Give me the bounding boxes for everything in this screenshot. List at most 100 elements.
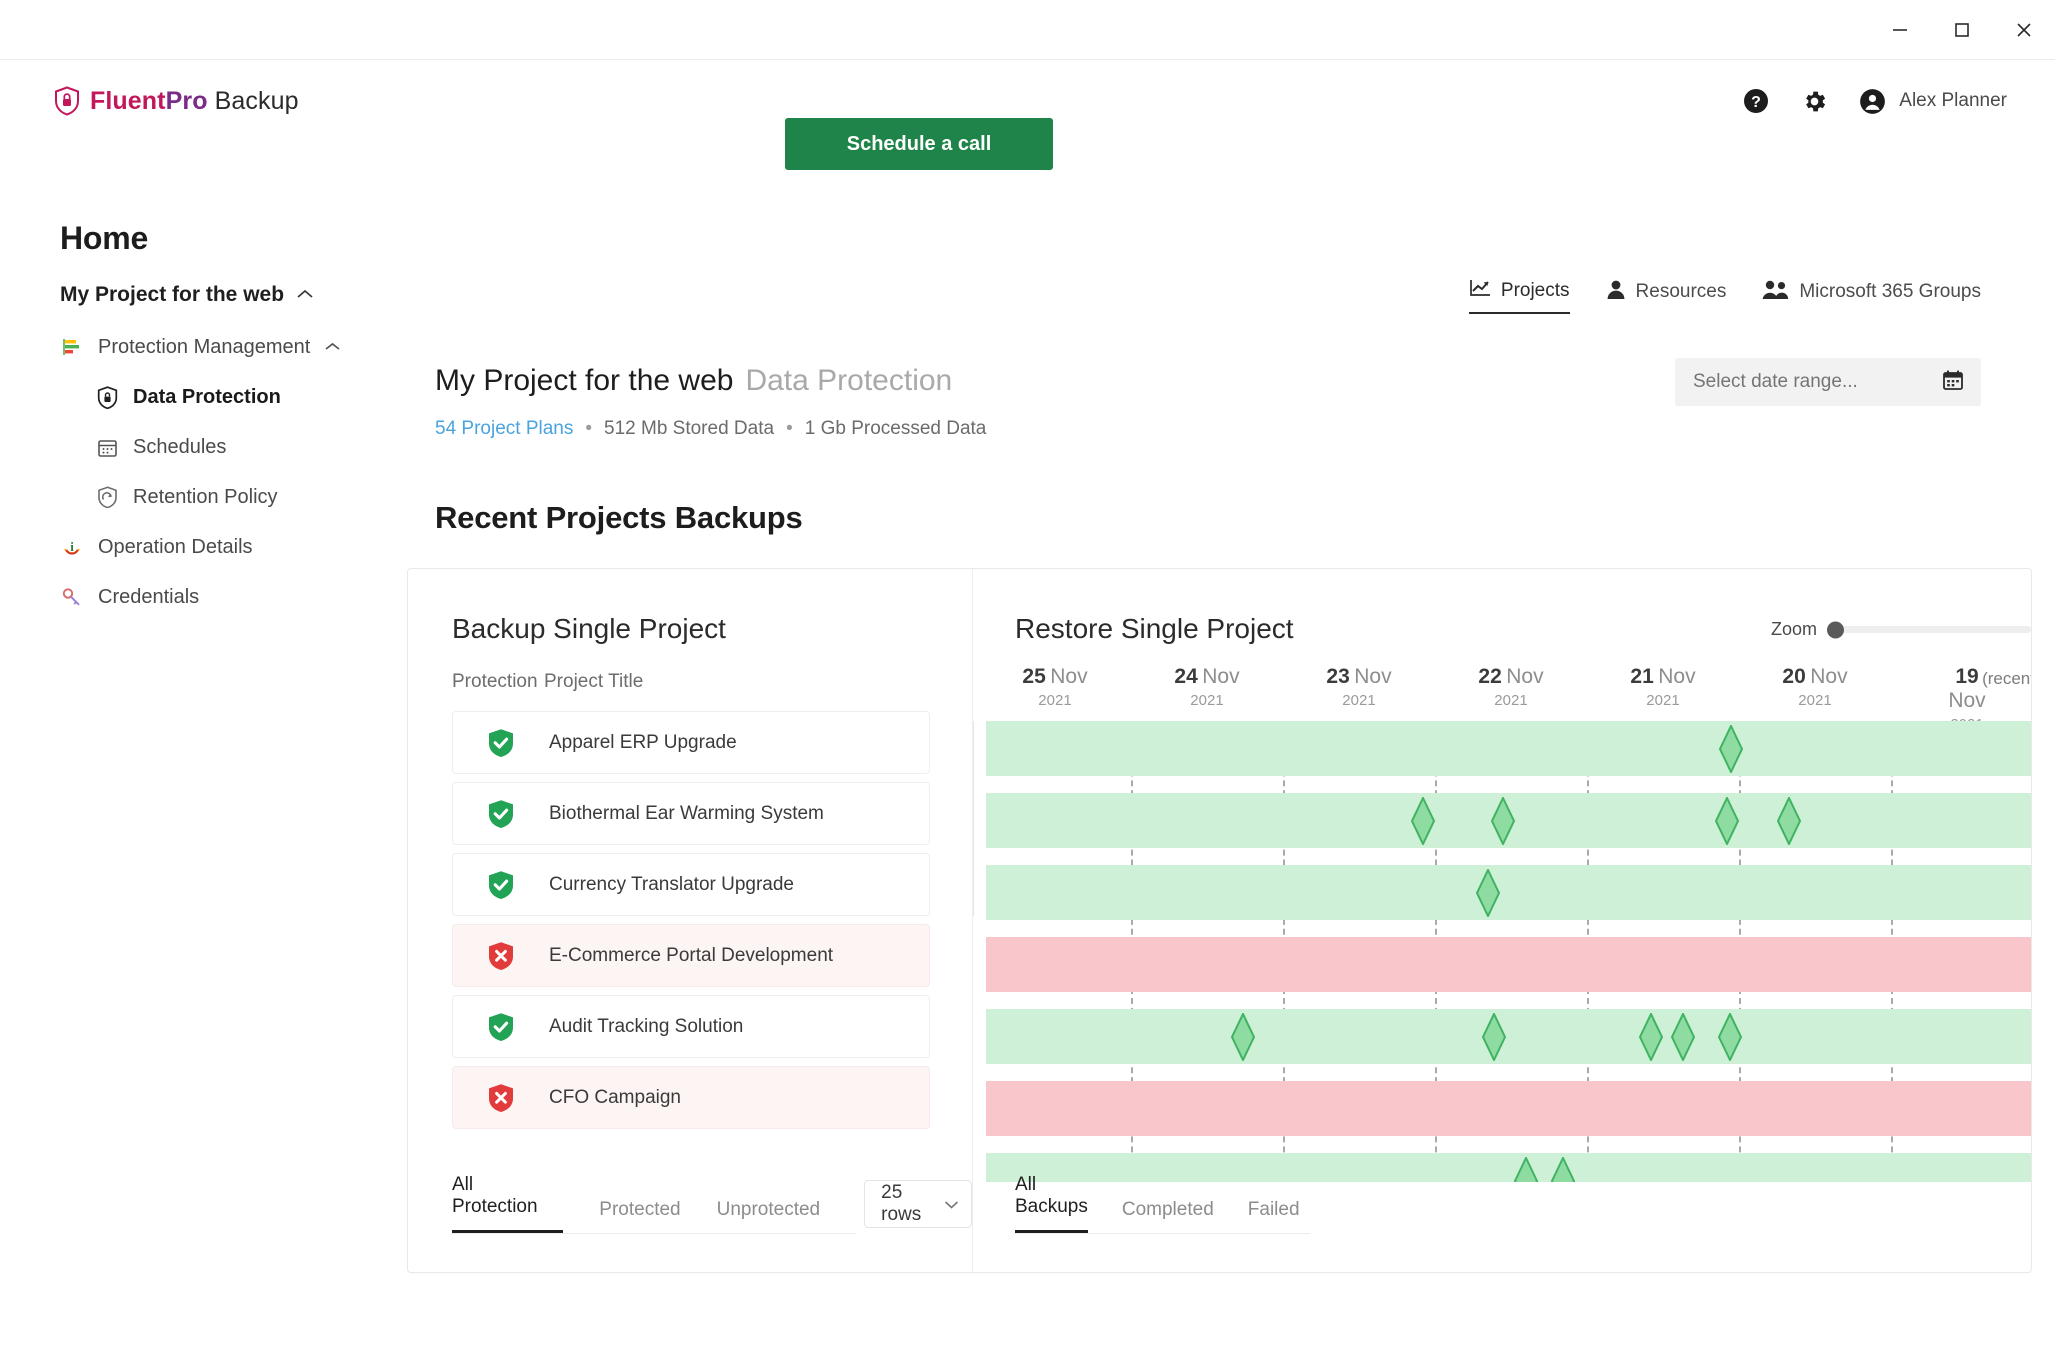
sidebar-item-credentials[interactable]: Credentials	[60, 585, 430, 609]
tick-year: 2021	[1646, 692, 1680, 709]
backup-marker-icon[interactable]	[1776, 795, 1802, 847]
backup-marker-icon[interactable]	[1714, 795, 1740, 847]
timeline-axis-tick: 20 Nov 2021	[1782, 665, 1847, 709]
sidebar-item-label: Credentials	[98, 585, 200, 608]
backup-filter-unprotected[interactable]: Unprotected	[717, 1199, 821, 1233]
brand-backup: Backup	[214, 86, 299, 115]
tick-day: 20	[1782, 665, 1806, 688]
view-tab-label: Microsoft 365 Groups	[1799, 281, 1981, 302]
backup-marker-icon[interactable]	[1481, 1011, 1507, 1063]
project-row[interactable]: E-Commerce Portal Development	[452, 924, 930, 987]
tick-day: 24	[1174, 665, 1198, 688]
user-menu[interactable]: Alex Planner	[1857, 86, 2007, 116]
brand-logo[interactable]: FluentPro Backup	[54, 86, 299, 116]
timeline-body[interactable]	[973, 721, 2031, 1182]
project-list[interactable]: Apparel ERP Upgrade Biothermal Ear Warmin…	[452, 711, 930, 1136]
backup-marker-icon[interactable]	[1513, 1155, 1539, 1182]
window-close-button[interactable]	[1993, 0, 2055, 60]
timeline-row[interactable]	[986, 865, 2031, 920]
processed-data-label: 1 Gb Processed Data	[804, 418, 987, 439]
sidebar-item-schedules[interactable]: Schedules	[95, 435, 430, 459]
backup-filter-all-protection[interactable]: All Protection	[452, 1174, 564, 1233]
view-tab-resources[interactable]: Resources	[1606, 279, 1726, 314]
date-range-input[interactable]	[1691, 370, 1941, 394]
backup-marker-icon[interactable]	[1717, 1011, 1743, 1063]
sidebar-item-operation-details[interactable]: i Operation Details	[60, 535, 430, 559]
restore-filter-failed[interactable]: Failed	[1248, 1199, 1300, 1233]
timeline-axis-tick: 21 Nov 2021	[1630, 665, 1695, 709]
backup-filters: All Protection Protected Unprotected 25 ro…	[452, 1174, 972, 1234]
project-row[interactable]: Audit Tracking Solution	[452, 995, 930, 1058]
section-title: Recent Projects Backups	[435, 500, 803, 535]
backup-marker-icon[interactable]	[1475, 867, 1501, 919]
backup-marker-icon[interactable]	[1638, 1011, 1664, 1063]
project-row[interactable]: CFO Campaign	[452, 1066, 930, 1129]
zoom-slider[interactable]	[1827, 621, 2031, 638]
restore-filter-all-backups[interactable]: All Backups	[1015, 1174, 1088, 1233]
backup-panel: Backup Single Project Protection Project…	[408, 569, 973, 1272]
window-maximize-button[interactable]	[1931, 0, 1993, 60]
project-plans-link[interactable]: 54 Project Plans	[435, 418, 573, 440]
timeline-row[interactable]	[986, 793, 2031, 848]
protected-shield-icon	[453, 870, 549, 900]
chevron-up-icon	[296, 288, 314, 303]
app-header-actions: ? Alex Planner	[1741, 86, 2007, 116]
calendar-icon	[95, 435, 119, 459]
backup-marker-icon[interactable]	[1410, 795, 1436, 847]
view-tab-projects[interactable]: Projects	[1468, 278, 1570, 314]
timeline-row[interactable]	[986, 1009, 2031, 1064]
backup-marker-icon[interactable]	[1230, 1011, 1256, 1063]
backup-filter-tabs[interactable]: All Protection Protected Unprotected	[452, 1174, 857, 1234]
view-tabs[interactable]: Projects Resources Microsoft 365 Groups	[1468, 278, 1981, 314]
restore-filter-tabs[interactable]: All Backups Completed Failed	[1015, 1174, 1310, 1234]
view-tab-microsoft-365-groups[interactable]: Microsoft 365 Groups	[1762, 279, 1981, 314]
sidebar-project-switcher[interactable]: My Project for the web	[60, 283, 430, 307]
project-row[interactable]: Currency Translator Upgrade	[452, 853, 930, 916]
svg-text:i: i	[70, 539, 74, 554]
tick-year: 2021	[1038, 692, 1072, 709]
zoom-control[interactable]: Zoom	[1771, 619, 2031, 640]
app-header: FluentPro Backup Schedule a call ? Alex …	[0, 60, 2055, 170]
svg-text:?: ?	[1751, 94, 1761, 111]
backup-filter-protected[interactable]: Protected	[599, 1199, 680, 1233]
project-title: E-Commerce Portal Development	[549, 944, 834, 966]
gear-icon[interactable]	[1799, 86, 1829, 116]
tick-day: 19	[1955, 665, 1979, 688]
zoom-slider-handle[interactable]	[1827, 621, 1845, 638]
protected-shield-icon	[453, 728, 549, 758]
protected-shield-icon	[453, 799, 549, 829]
backup-marker-icon[interactable]	[1490, 795, 1516, 847]
timeline-row[interactable]	[986, 937, 2031, 992]
section-header: Recent Projects Backups	[435, 500, 2055, 536]
backup-marker-icon[interactable]	[1670, 1011, 1696, 1063]
sidebar-item-retention-policy[interactable]: Retention Policy	[95, 485, 430, 509]
help-icon[interactable]: ?	[1741, 86, 1771, 116]
sidebar-item-label: Schedules	[133, 435, 227, 458]
backup-marker-icon[interactable]	[1718, 723, 1744, 775]
rows-per-page-select[interactable]: 25 rows	[864, 1180, 972, 1228]
restore-filter-completed[interactable]: Completed	[1122, 1199, 1214, 1233]
date-range-picker[interactable]	[1675, 358, 1981, 406]
info-icon: i	[60, 535, 84, 559]
project-row[interactable]: Apparel ERP Upgrade	[452, 711, 930, 774]
project-row[interactable]: Biothermal Ear Warming System	[452, 782, 930, 845]
page-title-main: My Project for the web	[435, 364, 734, 397]
tick-year: 2021	[1190, 692, 1224, 709]
timeline-row[interactable]	[986, 1081, 2031, 1136]
timeline-row[interactable]	[986, 721, 2031, 776]
window-minimize-button[interactable]	[1869, 0, 1931, 60]
project-title: Currency Translator Upgrade	[549, 873, 794, 895]
timeline-axis-tick: 25 Nov 2021	[1022, 665, 1087, 709]
tick-day: 21	[1630, 665, 1654, 688]
tick-day: 23	[1326, 665, 1350, 688]
shield-lock-icon	[95, 385, 119, 409]
page-title-sub: Data Protection	[745, 364, 953, 397]
brand-fluent: Fluent	[90, 86, 166, 115]
sidebar-group-protection-management[interactable]: Protection Management	[60, 335, 430, 359]
panels-container: Backup Single Project Protection Project…	[407, 568, 2032, 1273]
backup-marker-icon[interactable]	[1550, 1155, 1576, 1182]
sidebar-item-data-protection[interactable]: Data Protection	[95, 385, 430, 409]
rows-per-page-value: 25 rows	[881, 1182, 922, 1225]
project-title: Audit Tracking Solution	[549, 1015, 744, 1037]
page-meta: 54 Project Plans • 512 Mb Stored Data • …	[435, 418, 2055, 440]
